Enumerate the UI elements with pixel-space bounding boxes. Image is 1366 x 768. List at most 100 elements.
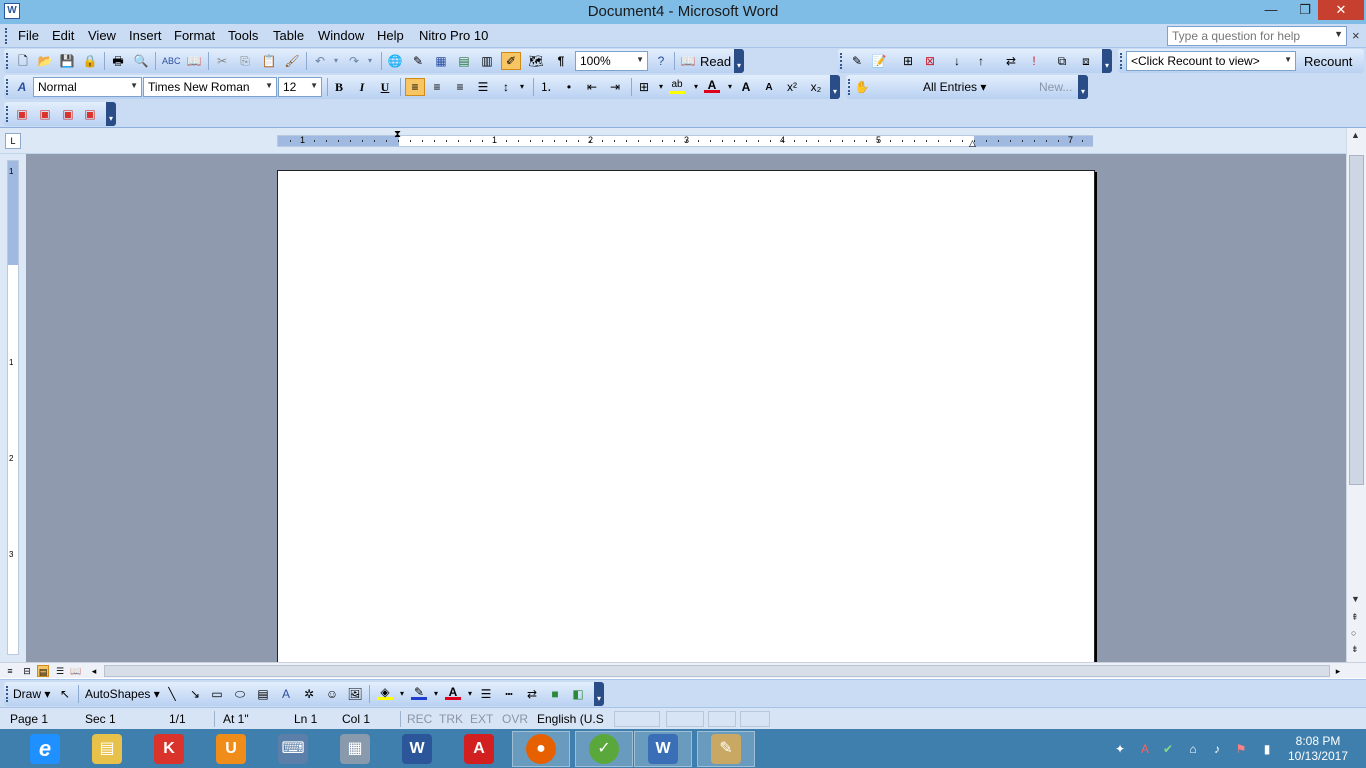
tab-selector-button[interactable]: L [5, 133, 21, 149]
menu-help[interactable]: Help [377, 28, 404, 43]
vertical-scrollbar[interactable]: ▲ ▼ ⇞ ○ ⇟ [1346, 128, 1366, 662]
autotext-icon[interactable]: ✋ [854, 79, 870, 95]
chevron-down-icon[interactable]: ▾ [722, 79, 738, 95]
chevron-down-icon[interactable]: ▼ [310, 81, 318, 90]
new-icon[interactable]: 🗋 [15, 53, 31, 69]
chevron-down-icon[interactable]: ▾ [462, 686, 478, 702]
rectangle-icon[interactable]: ▭ [209, 686, 225, 702]
acrobat-tray-icon[interactable]: A [1137, 741, 1153, 757]
toolbar-grip[interactable] [840, 53, 843, 69]
toolbar-grip[interactable] [1120, 53, 1123, 69]
normal-view-icon[interactable]: ≡ [4, 665, 16, 677]
shrink-font-icon[interactable]: A [761, 80, 777, 96]
research-icon[interactable]: 📖 [186, 53, 202, 69]
document-map-icon[interactable]: 🗺 [528, 53, 544, 69]
scroll-up-icon[interactable]: ▲ [1351, 130, 1360, 140]
alert-icon[interactable]: ! [1026, 53, 1042, 69]
status-ovr[interactable]: OVR [502, 712, 528, 726]
line-style-icon[interactable]: ☰ [478, 686, 494, 702]
new-autotext-button[interactable]: New... [1039, 80, 1072, 94]
toolbar-grip[interactable] [6, 106, 9, 122]
numbering-icon[interactable]: ⒈ [538, 79, 554, 95]
link-icon[interactable]: ⇄ [1003, 53, 1019, 69]
arrow-icon[interactable]: ↘ [187, 686, 203, 702]
taskbar-app-9[interactable]: ✓ [575, 731, 633, 767]
copy-icon[interactable]: ⎘ [237, 53, 253, 69]
undo-icon[interactable]: ↶ [312, 53, 328, 69]
draw-font-color-icon[interactable]: A [445, 684, 461, 700]
taskbar-app-3[interactable]: U [202, 731, 260, 767]
align-right-icon[interactable]: ≡ [452, 79, 468, 95]
subscript-icon[interactable]: x₂ [808, 79, 824, 95]
status-language[interactable]: English (U.S [537, 712, 604, 726]
edit-comment-icon[interactable]: ✎ [849, 53, 865, 69]
format-painter-icon[interactable]: 🖌 [284, 53, 300, 69]
menu-insert[interactable]: Insert [129, 28, 162, 43]
sort-ascending-icon[interactable]: ↓ [949, 53, 965, 69]
align-center-icon[interactable]: ≡ [429, 79, 445, 95]
underline-button[interactable]: U [377, 79, 393, 95]
cut-icon[interactable]: ✂ [214, 53, 230, 69]
3d-style-icon[interactable]: ◧ [570, 686, 586, 702]
indent-marker[interactable]: ⧗ [394, 130, 401, 140]
align-left-icon[interactable]: ≡ [405, 78, 425, 96]
status-ext[interactable]: EXT [470, 712, 493, 726]
toolbar-grip[interactable] [6, 53, 9, 69]
grow-font-icon[interactable]: A [738, 79, 754, 95]
dash-style-icon[interactable]: ┅ [501, 686, 517, 702]
compare-icon[interactable]: ⧉ [1054, 53, 1070, 69]
insert-table-icon[interactable]: ▦ [433, 53, 449, 69]
chevron-down-icon[interactable]: ▼ [130, 81, 138, 90]
taskbar-app-5[interactable]: ▦ [326, 731, 384, 767]
scroll-right-icon[interactable]: ▸ [1332, 665, 1344, 677]
diagram-icon[interactable]: ✲ [301, 686, 317, 702]
close-button[interactable]: ✕ [1318, 0, 1364, 20]
horizontal-scrollbar[interactable] [104, 665, 1330, 677]
chevron-down-icon[interactable]: ▾ [394, 686, 410, 702]
menu-grip[interactable] [5, 28, 8, 44]
tables-borders-icon[interactable]: ✎ [410, 53, 426, 69]
vertical-ruler[interactable]: 1 1 2 3 [7, 160, 19, 655]
chevron-down-icon[interactable]: ▼ [636, 55, 644, 64]
taskbar-app-2[interactable]: K [140, 731, 198, 767]
scroll-thumb[interactable] [1349, 155, 1364, 485]
wifi-icon[interactable]: ⌂ [1185, 741, 1201, 757]
chevron-down-icon[interactable]: ▾ [514, 79, 530, 95]
horizontal-ruler[interactable]: 1 1 2 3 4 5 7 ⧗ △ [277, 130, 1093, 148]
fill-color-icon[interactable]: ◈ [377, 684, 393, 700]
borders-icon[interactable]: ⊞ [636, 79, 652, 95]
oval-icon[interactable]: ⬭ [232, 686, 248, 702]
help-search-input[interactable]: Type a question for help ▼ [1167, 26, 1347, 46]
chevron-down-icon[interactable]: ▾ [428, 686, 444, 702]
print-icon[interactable]: 🖶 [110, 53, 126, 69]
increase-indent-icon[interactable]: ⇥ [607, 79, 623, 95]
nitro-create-pdf-icon[interactable]: ▣ [14, 106, 30, 122]
spelling-icon[interactable]: ABC [162, 53, 181, 69]
select-objects-icon[interactable]: ↖ [57, 686, 73, 702]
read-button[interactable]: Read [700, 54, 731, 69]
volume-icon[interactable]: ♪ [1209, 741, 1225, 757]
status-trk[interactable]: TRK [439, 712, 463, 726]
menu-nitro-pro[interactable]: Nitro Pro 10 [419, 28, 488, 43]
toolbar-options-icon[interactable]: ▾ [106, 102, 116, 126]
security-icon[interactable]: ✔ [1160, 741, 1176, 757]
network-icon[interactable]: ✦ [1112, 741, 1128, 757]
toolbar-grip[interactable] [848, 79, 851, 95]
open-icon[interactable]: 📂 [37, 53, 53, 69]
wordart-icon[interactable]: A [278, 686, 294, 702]
menu-file[interactable]: File [18, 28, 39, 43]
autoshapes-menu-button[interactable]: AutoShapes ▾ [85, 687, 160, 701]
text-box-icon[interactable]: ▤ [255, 686, 271, 702]
taskbar-app-7[interactable]: A [450, 731, 508, 767]
chevron-down-icon[interactable]: ▼ [265, 81, 273, 90]
line-spacing-icon[interactable]: ↕ [498, 79, 514, 95]
toolbar-options-icon[interactable]: ▾ [594, 682, 604, 706]
next-page-icon[interactable]: ⇟ [1351, 644, 1359, 655]
decrease-indent-icon[interactable]: ⇤ [584, 79, 600, 95]
justify-icon[interactable]: ☰ [475, 79, 491, 95]
print-preview-icon[interactable]: 🔍 [133, 53, 149, 69]
paste-icon[interactable]: 📋 [261, 53, 277, 69]
save-icon[interactable]: 💾 [59, 53, 75, 69]
line-icon[interactable]: ╲ [164, 686, 180, 702]
scroll-down-icon[interactable]: ▼ [1351, 594, 1360, 604]
